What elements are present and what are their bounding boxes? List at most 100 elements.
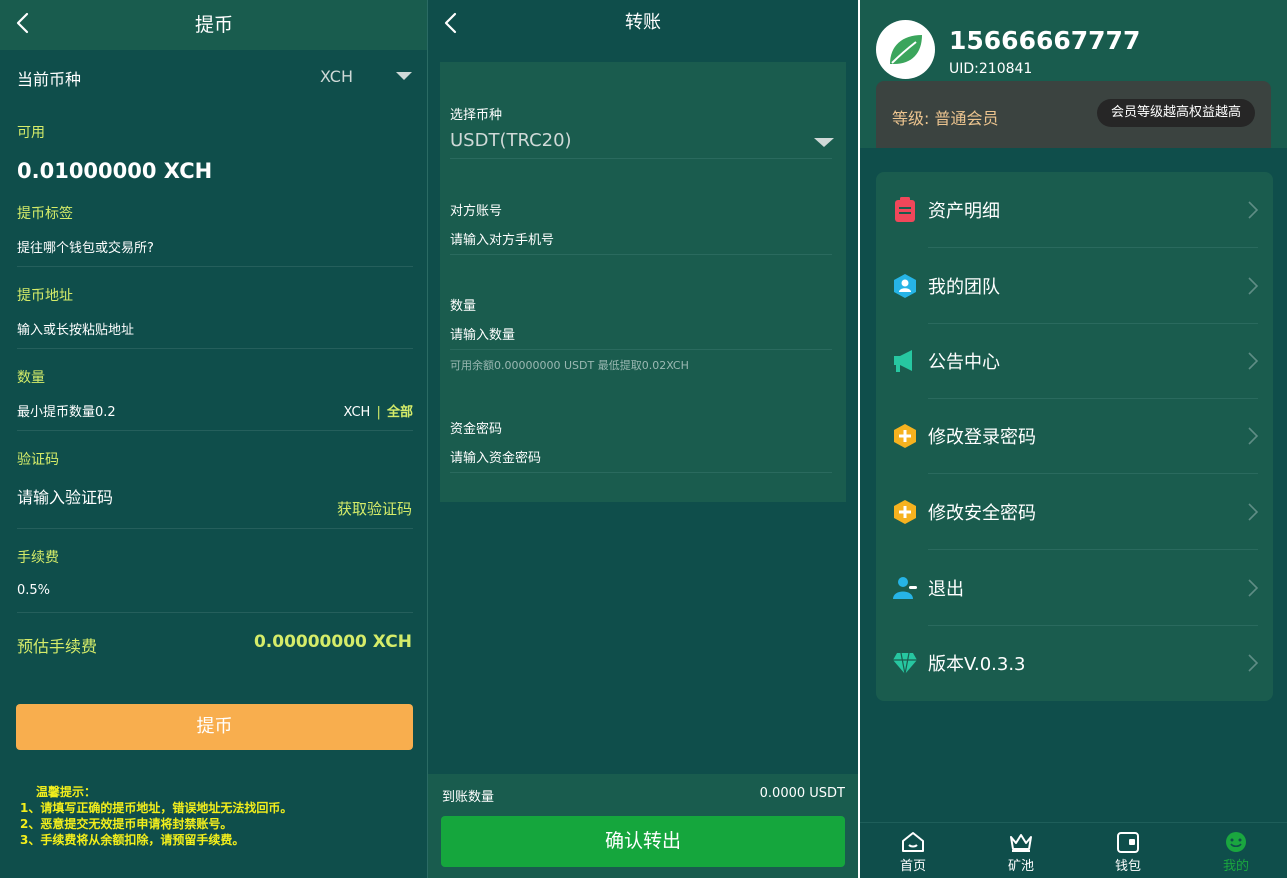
balance-hint: 可用余额0.00000000 USDT 最低提取0.02XCH (450, 359, 689, 372)
available-value: 0.01000000 XCH (17, 159, 213, 183)
profile-screen: 15666667777 UID:210841 等级: 普通会员 会员等级越高权益… (860, 0, 1287, 878)
divider (450, 158, 832, 159)
home-icon (902, 832, 924, 852)
menu-item-label: 我的团队 (928, 277, 1000, 298)
divider (17, 430, 413, 431)
team-icon (894, 274, 916, 298)
menu-item-my-team[interactable]: 我的团队 (876, 248, 1273, 323)
all-button[interactable]: 全部 (387, 405, 413, 420)
chevron-right-icon (1248, 201, 1259, 219)
page-title: 转账 (625, 12, 661, 33)
coin-label: 选择币种 (450, 108, 503, 123)
account-input[interactable]: 请输入对方手机号 (450, 229, 554, 248)
tip-item: 3、手续费将从余额扣除，请预留手续费。 (20, 833, 245, 847)
user-phone: 15666667777 (949, 26, 1141, 55)
menu-item-label: 版本V.0.3.3 (928, 654, 1026, 675)
menu-item-label: 资产明细 (928, 201, 1000, 222)
arrival-label: 到账数量 (442, 790, 495, 805)
divider (17, 348, 413, 349)
smile-icon (1226, 832, 1246, 852)
clipboard-icon (895, 197, 915, 222)
chevron-right-icon (1248, 352, 1259, 370)
megaphone-icon (894, 350, 912, 372)
menu-item-change-login-password[interactable]: 修改登录密码 (876, 398, 1273, 473)
chevron-right-icon (1248, 579, 1259, 597)
caret-down-icon (814, 138, 834, 147)
fee-label: 手续费 (17, 550, 59, 566)
menu-item-label: 公告中心 (928, 352, 1000, 373)
amount-input[interactable]: 请输入数量 (450, 324, 515, 343)
arrival-value: 0.0000 USDT (759, 786, 845, 801)
divider (450, 472, 832, 473)
amount-label: 数量 (17, 370, 45, 386)
withdraw-header: 提币 (0, 0, 428, 50)
menu-item-logout[interactable]: 退出 (876, 550, 1273, 625)
withdraw-screen: 提币 当前币种 XCH 可用 0.01000000 XCH 提币标签 提往哪个钱… (0, 0, 428, 878)
menu-item-label: 退出 (928, 579, 964, 600)
plus-hexagon-icon (894, 500, 916, 524)
plus-hexagon-icon (894, 424, 916, 448)
currency-label: 当前币种 (17, 70, 82, 89)
member-level: 等级: 普通会员 (892, 109, 999, 128)
divider (450, 349, 832, 350)
chevron-right-icon (1248, 427, 1259, 445)
tag-input[interactable]: 提往哪个钱包或交易所? (17, 237, 413, 256)
code-label: 验证码 (17, 452, 59, 468)
menu-item-asset-details[interactable]: 资产明细 (876, 172, 1273, 247)
transfer-form: 选择币种 USDT(TRC20) 对方账号 请输入对方手机号 数量 请输入数量 … (440, 62, 846, 502)
chevron-right-icon (1248, 654, 1259, 672)
user-uid: UID:210841 (949, 61, 1033, 77)
crown-icon (1010, 834, 1032, 852)
profile-header: 15666667777 UID:210841 等级: 普通会员 会员等级越高权益… (860, 0, 1287, 148)
caret-down-icon (396, 72, 412, 80)
tab-mining-pool[interactable]: 矿池 (991, 831, 1051, 874)
page-title: 提币 (194, 14, 233, 36)
menu-item-label: 修改登录密码 (928, 427, 1036, 448)
tip-item: 2、恶意提交无效提币申请将封禁账号。 (20, 817, 233, 831)
est-fee-value: 0.00000000 XCH (253, 632, 412, 652)
leaf-icon (890, 35, 922, 64)
divider (17, 612, 413, 613)
user-logout-icon (893, 577, 917, 599)
confirm-transfer-button[interactable]: 确认转出 (441, 816, 845, 867)
tab-label: 钱包 (1114, 859, 1141, 874)
password-label: 资金密码 (450, 422, 503, 437)
amount-unit-group: XCH | 全部 (344, 401, 414, 420)
coin-value: USDT(TRC20) (450, 130, 572, 151)
tab-mine[interactable]: 我的 (1206, 831, 1266, 874)
level-badge: 会员等级越高权益越高 (1096, 99, 1255, 127)
menu-item-change-security-password[interactable]: 修改安全密码 (876, 474, 1273, 549)
password-input[interactable]: 请输入资金密码 (450, 447, 541, 466)
tab-wallet[interactable]: 钱包 (1098, 831, 1158, 874)
tip-item: 1、请填写正确的提币地址，错误地址无法找回币。 (20, 801, 293, 815)
amount-separator: | (376, 405, 381, 420)
address-label: 提币地址 (17, 288, 73, 304)
tips-title: 温馨提示： (36, 785, 97, 799)
currency-value: XCH (320, 67, 353, 86)
divider (17, 266, 413, 267)
submit-withdraw-button[interactable]: 提币 (16, 704, 413, 750)
divider (450, 254, 832, 255)
tab-home[interactable]: 首页 (883, 831, 943, 874)
chevron-right-icon (1248, 503, 1259, 521)
divider (17, 528, 413, 529)
amount-label: 数量 (450, 299, 477, 314)
menu-item-label: 修改安全密码 (928, 503, 1036, 524)
address-input[interactable]: 输入或长按粘贴地址 (17, 319, 413, 338)
tag-label: 提币标签 (17, 206, 73, 222)
tab-label: 矿池 (1007, 859, 1034, 874)
avatar[interactable] (876, 20, 935, 79)
transfer-header: 转账 (428, 0, 858, 50)
account-label: 对方账号 (450, 204, 503, 219)
profile-menu: 资产明细 我的团队 公告中心 修改登录密码 修改安全密码 退出 版本V.0.3.… (876, 172, 1273, 701)
available-label: 可用 (17, 125, 45, 141)
diamond-icon (893, 652, 917, 675)
get-code-button[interactable]: 获取验证码 (337, 498, 412, 519)
tab-label: 首页 (899, 859, 926, 874)
menu-item-version[interactable]: 版本V.0.3.3 (876, 625, 1273, 700)
wallet-icon (1117, 832, 1139, 853)
menu-item-announcements[interactable]: 公告中心 (876, 323, 1273, 398)
transfer-footer: 到账数量 0.0000 USDT 确认转出 (428, 774, 858, 878)
amount-unit: XCH (343, 405, 371, 420)
tips-box: 温馨提示： 1、请填写正确的提币地址，错误地址无法找回币。 2、恶意提交无效提币… (20, 784, 416, 848)
